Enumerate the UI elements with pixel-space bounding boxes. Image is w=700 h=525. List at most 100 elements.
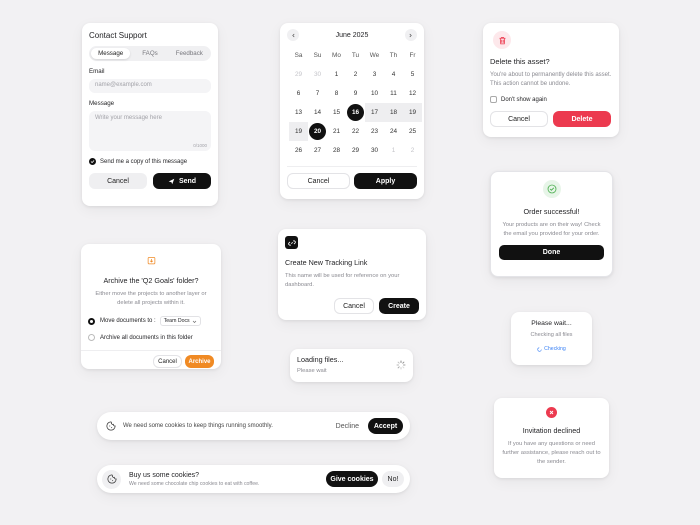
- calendar-day[interactable]: 23: [365, 122, 384, 141]
- copy-checkbox-row[interactable]: Send me a copy of this message: [89, 158, 211, 165]
- create-label: Create: [388, 302, 410, 310]
- tracking-link-card: Create New Tracking Link This name will …: [278, 229, 426, 320]
- checked-icon[interactable]: [89, 158, 96, 165]
- cookie-icon-wrap: [102, 469, 121, 489]
- calendar-day[interactable]: 1: [384, 141, 403, 160]
- please-wait-body: Checking all files: [530, 332, 573, 338]
- order-body: Your products are on their way! Check th…: [502, 222, 601, 237]
- radio-selected[interactable]: [88, 317, 95, 325]
- contact-tabs: Message FAQs Feedback: [89, 46, 211, 61]
- tracking-cancel-button[interactable]: Cancel: [334, 298, 374, 314]
- calendar-day[interactable]: 8: [327, 84, 346, 103]
- calendar-day[interactable]: 4: [384, 65, 403, 84]
- cancel-label: Cancel: [343, 302, 365, 310]
- calendar-day[interactable]: 29: [289, 65, 308, 84]
- message-label: Message: [89, 100, 115, 107]
- give-cookies-button[interactable]: Give cookies: [326, 471, 378, 487]
- delete-cancel-button[interactable]: Cancel: [490, 111, 548, 127]
- selected-day-label: 20: [309, 123, 326, 140]
- prev-month-button[interactable]: [287, 29, 299, 41]
- calendar-day[interactable]: 7: [308, 84, 327, 103]
- radio-unselected[interactable]: [88, 334, 95, 341]
- cancel-label: Cancel: [508, 115, 530, 123]
- calendar-day[interactable]: 10: [365, 84, 384, 103]
- next-month-button[interactable]: [404, 29, 417, 41]
- calendar-day[interactable]: 11: [384, 84, 403, 103]
- delete-body: You're about to permanently delete this …: [490, 72, 612, 87]
- dont-show-label: Don't show again: [501, 96, 547, 103]
- archive-button[interactable]: Archive: [185, 355, 214, 368]
- apply-label: Apply: [375, 177, 396, 185]
- calendar-day[interactable]: 30: [308, 65, 327, 84]
- tracking-body: This name will be used for reference on …: [285, 273, 400, 288]
- create-button[interactable]: Create: [379, 298, 419, 314]
- calendar-cancel-button[interactable]: Cancel: [287, 173, 350, 189]
- tab-faqs[interactable]: FAQs: [130, 48, 169, 59]
- archive-cancel-button[interactable]: Cancel: [153, 355, 182, 368]
- calendar-apply-button[interactable]: Apply: [354, 173, 417, 189]
- calendar-day[interactable]: 15: [327, 103, 346, 122]
- calendar-day[interactable]: 22: [346, 122, 365, 141]
- calendar-day[interactable]: 26: [289, 141, 308, 160]
- calendar-day-in-range[interactable]: 19: [403, 103, 422, 122]
- done-label: Done: [542, 249, 561, 256]
- send-icon: [168, 178, 175, 184]
- calendar-day[interactable]: 5: [403, 65, 422, 84]
- email-field[interactable]: name@example.com: [89, 79, 211, 93]
- calendar-day[interactable]: 12: [403, 84, 422, 103]
- tab-feedback[interactable]: Feedback: [170, 48, 209, 59]
- delete-button[interactable]: Delete: [553, 111, 611, 127]
- calendar-day-in-range[interactable]: 17: [365, 103, 384, 122]
- send-button[interactable]: Send: [153, 173, 211, 189]
- calendar-day[interactable]: 27: [308, 141, 327, 160]
- delete-asset-card: Delete this asset? You're about to perma…: [483, 23, 619, 137]
- calendar-day-in-range[interactable]: 18: [384, 103, 403, 122]
- char-count: 0/1000: [193, 143, 207, 148]
- dont-show-row[interactable]: Don't show again: [490, 96, 612, 103]
- calendar-day[interactable]: 14: [308, 103, 327, 122]
- cancel-button[interactable]: Cancel: [89, 173, 147, 189]
- team-docs-select[interactable]: Team Docs: [159, 316, 201, 326]
- delete-title: Delete this asset?: [490, 57, 550, 66]
- message-textarea[interactable]: Write your message here 0/1000: [89, 111, 211, 151]
- calendar-day[interactable]: 3: [365, 65, 384, 84]
- invitation-title: Invitation declined: [522, 426, 581, 435]
- please-wait-card: Please wait... Checking all files Checki…: [511, 312, 592, 365]
- calendar-day[interactable]: 29: [346, 141, 365, 160]
- calendar-day[interactable]: 13: [289, 103, 308, 122]
- cancel-label: Cancel: [158, 358, 177, 365]
- calendar-day[interactable]: 30: [365, 141, 384, 160]
- weekday-label: Fr: [409, 52, 416, 59]
- team-docs-label: Team Docs: [163, 318, 190, 324]
- weekday-label: Sa: [294, 52, 303, 59]
- done-button[interactable]: Done: [499, 245, 604, 260]
- calendar-day[interactable]: 9: [346, 84, 365, 103]
- calendar-day[interactable]: 6: [289, 84, 308, 103]
- checkbox[interactable]: [490, 96, 497, 103]
- accept-label: Accept: [373, 422, 398, 430]
- calendar-day[interactable]: 2: [346, 65, 365, 84]
- accept-button[interactable]: Accept: [368, 418, 403, 434]
- chevron-right-icon: [409, 33, 413, 37]
- calendar-day[interactable]: 28: [327, 141, 346, 160]
- no-button[interactable]: No!: [382, 471, 404, 487]
- calendar-day[interactable]: 21: [327, 122, 346, 141]
- calendar-day-range-end[interactable]: 20: [308, 122, 327, 141]
- calendar-day-range-start[interactable]: 16: [346, 103, 365, 122]
- move-documents-option[interactable]: Move documents to : Team Docs: [88, 316, 221, 326]
- trash-icon: [499, 36, 505, 44]
- calendar-day[interactable]: 2: [403, 141, 422, 160]
- archive-all-option[interactable]: Archive all documents in this folder: [88, 334, 221, 341]
- decline-link[interactable]: Decline: [336, 423, 359, 430]
- chevron-left-icon: [291, 33, 294, 37]
- archive-body: Either move the projects to another laye…: [95, 291, 207, 306]
- tab-message[interactable]: Message: [91, 48, 131, 59]
- calendar-day-in-range[interactable]: 19: [289, 122, 308, 141]
- calendar-day[interactable]: 1: [327, 65, 346, 84]
- archive-label: Archive: [188, 358, 211, 365]
- cookie-request-banner: Buy us some cookies? We need some chocol…: [97, 465, 410, 493]
- send-label: Send: [178, 177, 197, 185]
- calendar-day[interactable]: 25: [403, 122, 422, 141]
- calendar-month: June 2025: [335, 31, 369, 39]
- calendar-day[interactable]: 24: [384, 122, 403, 141]
